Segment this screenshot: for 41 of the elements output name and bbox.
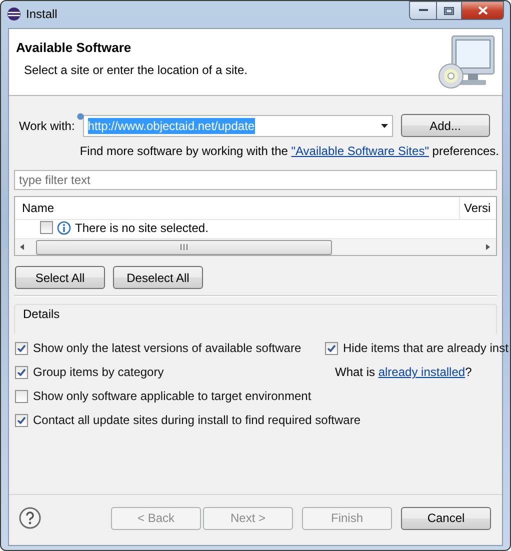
option-label: Group items by category xyxy=(33,365,164,379)
app-icon xyxy=(7,7,21,21)
checkbox[interactable] xyxy=(325,342,338,354)
help-icon[interactable] xyxy=(19,507,41,529)
tree-item-label[interactable]: There is no site selected. xyxy=(75,220,208,234)
column-header[interactable]: Name xyxy=(15,197,460,219)
scroll-right-icon[interactable] xyxy=(486,244,490,250)
checkbox[interactable] xyxy=(15,366,28,378)
scroll-left-icon[interactable] xyxy=(20,244,24,250)
option-label: Contact all update sites during install to find required software xyxy=(33,413,361,427)
minimize-icon[interactable] xyxy=(418,9,428,12)
already-installed-note: What is already installed? xyxy=(334,364,473,381)
option-label: Show only software applicable to target environment xyxy=(33,389,312,403)
selection-button[interactable]: Select All xyxy=(15,266,105,289)
close-button[interactable] xyxy=(461,1,504,20)
column-header[interactable]: Versi xyxy=(460,201,496,215)
add-button[interactable]: Add... xyxy=(400,114,490,137)
option-label: Show only the latest versions of available software xyxy=(33,341,302,355)
option-label: Hide items that are already inst xyxy=(343,341,508,355)
checkbox[interactable] xyxy=(15,414,28,426)
available-sites-hint: Find more software by working with the "Available Software Sites" preferences. xyxy=(78,144,499,158)
page-description: Select a site or enter the location of a site. xyxy=(24,63,248,77)
window-title: Install xyxy=(26,7,58,21)
checkbox[interactable] xyxy=(40,221,53,234)
checkbox[interactable] xyxy=(15,390,28,402)
dropdown-caret-icon[interactable] xyxy=(380,124,388,128)
horizontal-scrollbar[interactable] xyxy=(15,238,496,255)
selection-button[interactable]: Deselect All xyxy=(113,266,203,289)
already-installed-link[interactable]: already installed xyxy=(378,365,466,379)
checkbox[interactable] xyxy=(15,342,28,354)
filter-field[interactable]: type filter text xyxy=(14,170,497,190)
work-with-label: Work with: xyxy=(19,118,75,132)
scroll-grip-icon[interactable] xyxy=(180,244,188,250)
page-title: Available Software xyxy=(16,40,132,55)
minimize-button[interactable] xyxy=(409,1,436,20)
details-label: Details xyxy=(23,307,60,321)
maximize-button[interactable] xyxy=(436,1,461,20)
wizard-button[interactable]: Cancel xyxy=(401,506,491,530)
available-sites-link[interactable]: "Available Software Sites" xyxy=(291,144,429,158)
close-icon[interactable] xyxy=(478,6,488,15)
maximize-icon[interactable] xyxy=(444,6,454,14)
